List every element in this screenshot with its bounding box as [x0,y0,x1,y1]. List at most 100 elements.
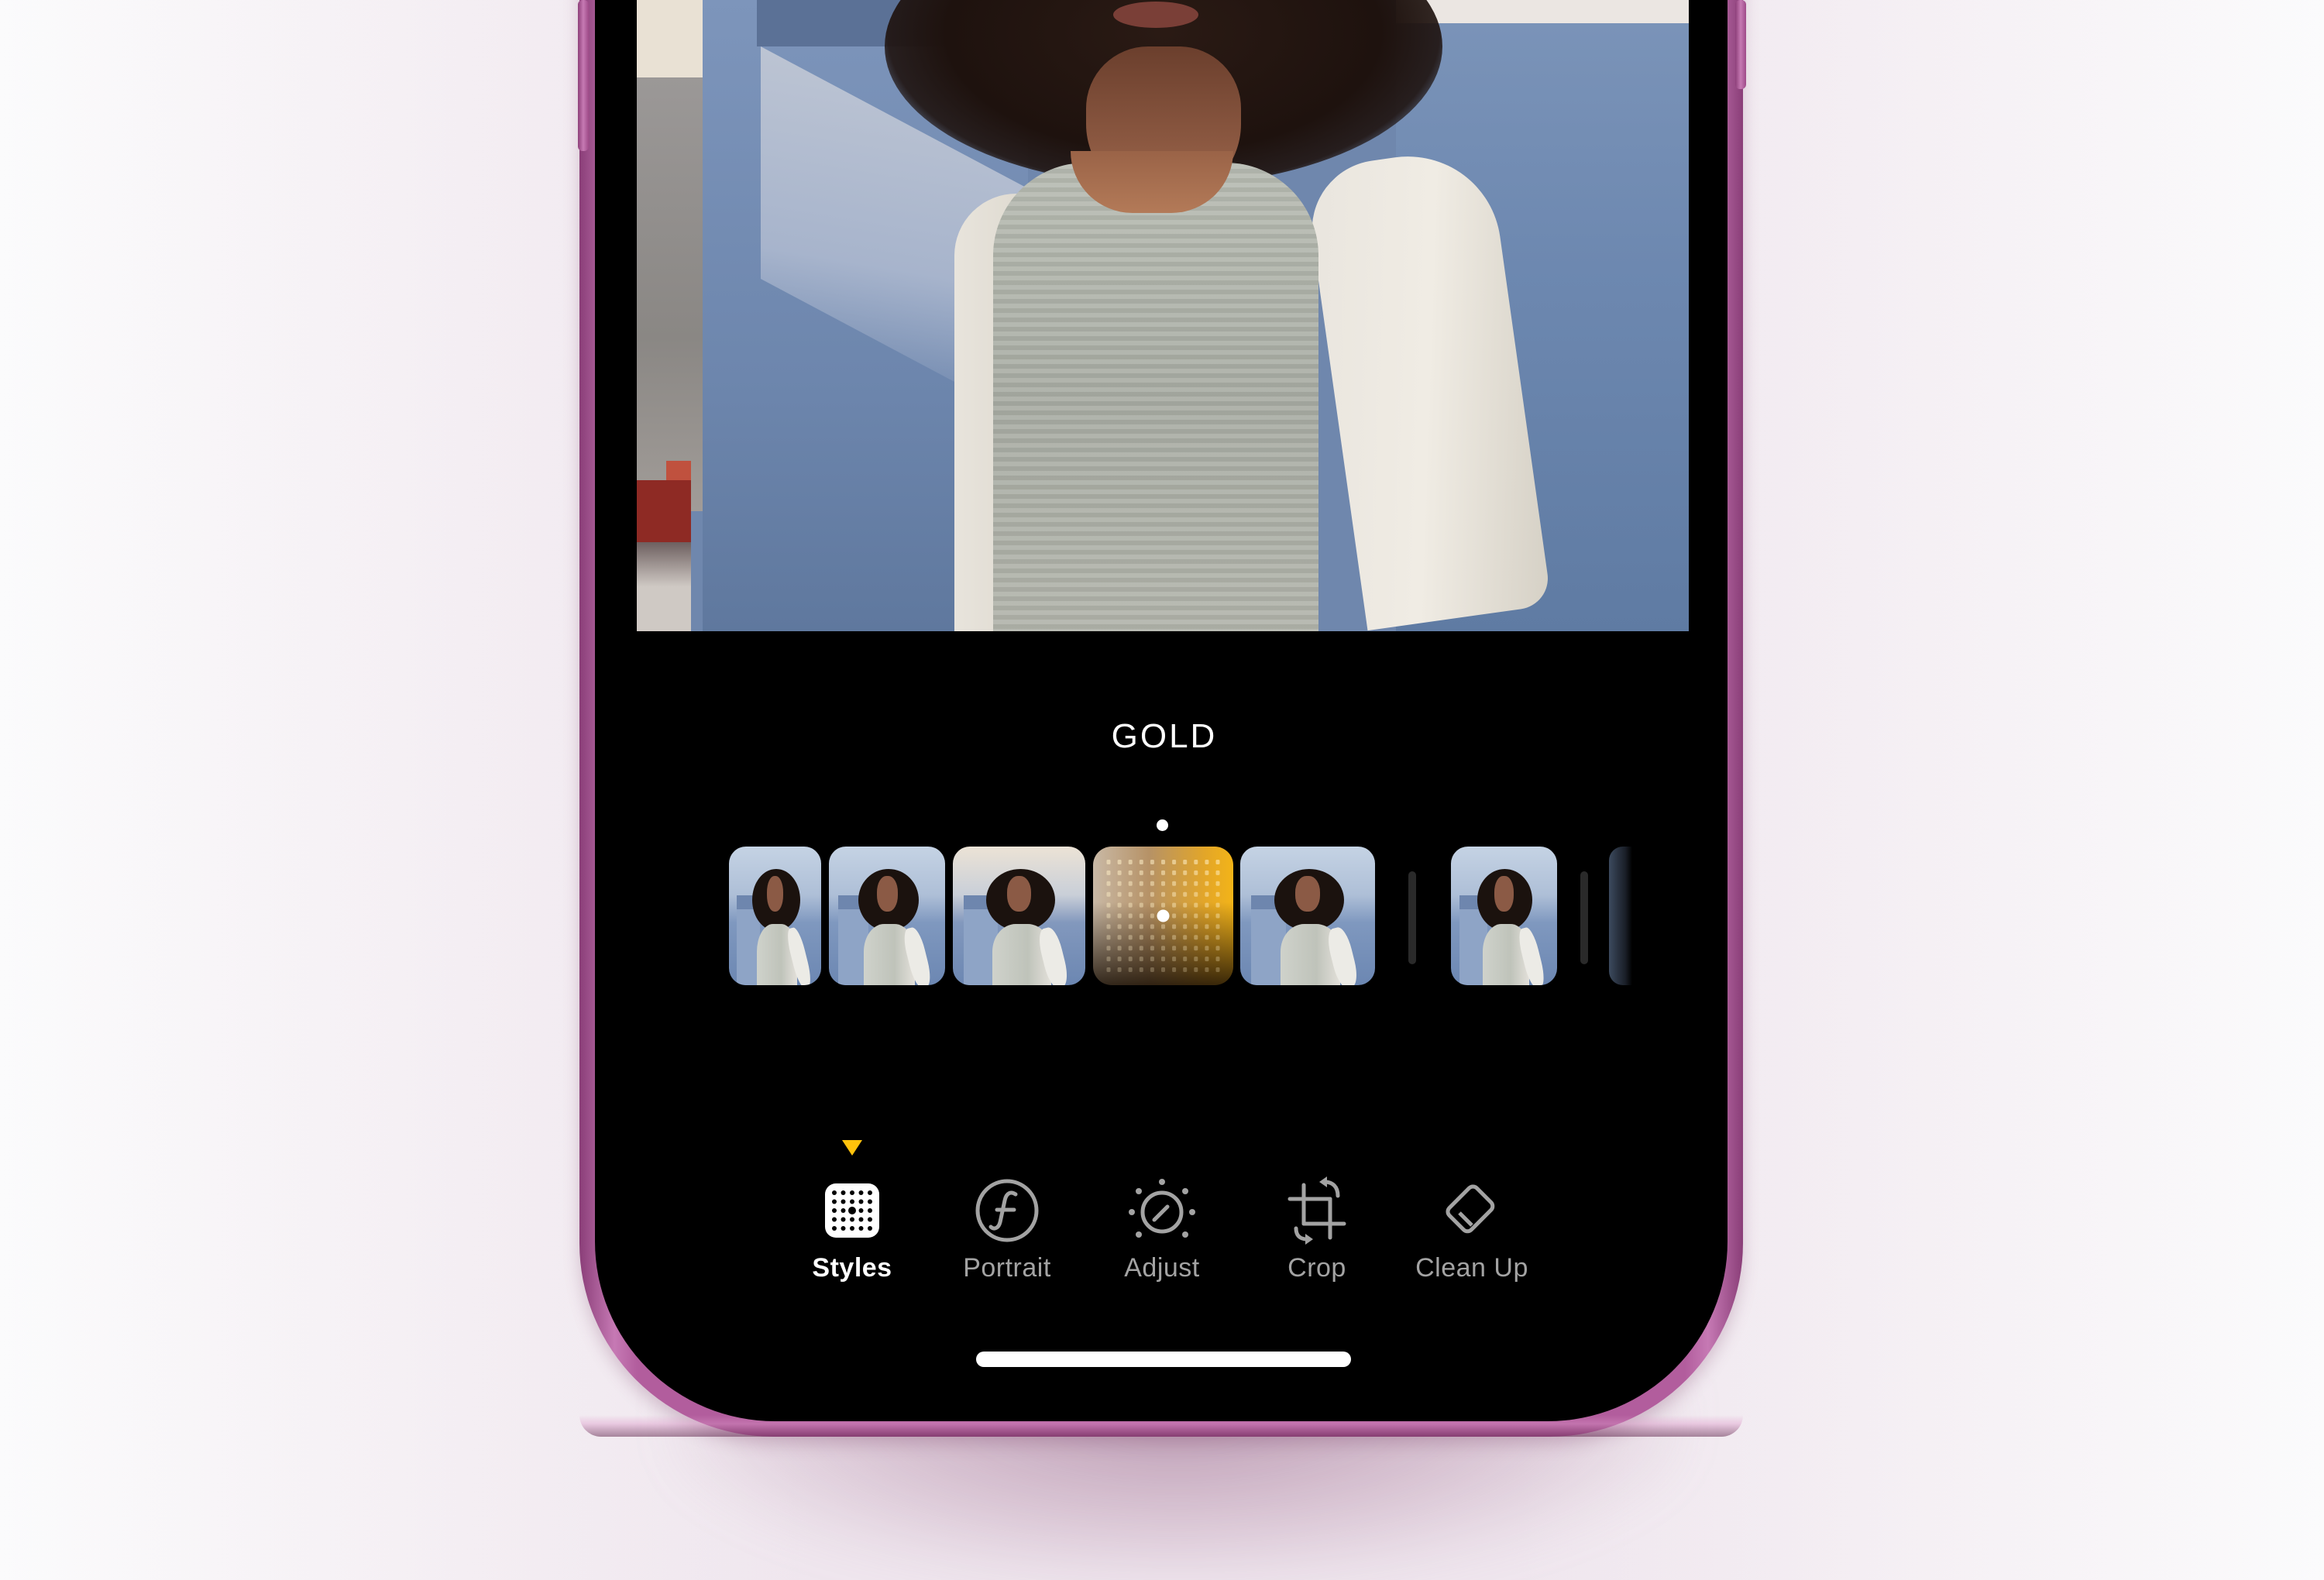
styles-icon-dot [868,1226,872,1231]
photo-deck [637,542,691,631]
style-thumbnail[interactable] [729,847,821,985]
thumb-face [766,875,784,912]
tone-pad-dot [1106,860,1111,864]
tone-pad-dot [1117,967,1122,972]
tone-pad-dot [1117,924,1122,929]
photo-sky [1396,0,1689,23]
right-side-button [1735,0,1746,89]
tone-pad-dot [1106,870,1111,875]
tool-clean-up[interactable]: Clean Up [1402,1162,1542,1293]
styles-icon-dot [868,1208,872,1213]
photo-sky [637,0,705,77]
tone-pad-dot [1117,891,1122,897]
tone-pad-dot [1117,870,1122,875]
tone-pad-dot [1183,946,1188,951]
styles-icon-dot [848,1207,856,1214]
tone-pad-dot [1215,891,1220,897]
tone-pad-dot [1215,860,1220,864]
style-thumbnail[interactable] [829,847,945,985]
photo-railing [637,480,691,542]
tone-pad-dot [1161,967,1165,972]
styles-icon-dot [832,1226,837,1231]
tone-pad-dot [1139,967,1143,972]
thumb-face [876,875,898,912]
tone-pad-dot [1139,860,1143,864]
style-thumbnail[interactable] [1240,847,1375,985]
tone-pad-handle[interactable] [1157,909,1170,922]
tone-pad-dot [1205,860,1209,864]
tool-crop[interactable]: Crop [1247,1162,1387,1293]
tone-pad-dot [1150,860,1154,864]
tone-pad-dot [1194,902,1198,908]
tone-pad-dot [1117,913,1122,919]
thumb-face [1295,875,1320,912]
home-indicator[interactable] [976,1352,1351,1367]
styles-icon-dot [841,1217,846,1222]
tone-pad-dot [1150,924,1154,929]
tone-pad-dot [1205,913,1209,919]
tone-pad-dot [1172,967,1177,972]
active-tool-caret-icon [842,1140,862,1156]
tone-pad-dot [1139,870,1143,875]
tone-pad-dot [1161,924,1165,929]
tone-pad-dot [1205,870,1209,875]
style-thumbnail[interactable] [953,847,1085,985]
tone-pad-dot [1106,957,1111,962]
tone-pad-dot [1128,946,1133,951]
tool-label: Portrait [963,1253,1051,1283]
tone-pad-dot [1194,891,1198,897]
tone-pad-dot [1106,902,1111,908]
tone-pad-dot [1161,860,1165,864]
photo-preview[interactable] [637,0,1689,631]
tone-pad-dot [1215,924,1220,929]
tone-pad-dot [1128,860,1133,864]
tone-pad-dot [1172,902,1177,908]
tone-pad-dot [1117,902,1122,908]
tool-label: Styles [812,1253,892,1283]
tone-pad-dot [1139,935,1143,940]
tone-pad-grid [1106,860,1220,972]
thumb-face [1494,875,1514,912]
tone-pad-dot [1172,957,1177,962]
tool-label: Adjust [1124,1253,1200,1283]
tone-pad-dot [1215,881,1220,886]
tone-pad-dot [1161,870,1165,875]
styles-icon-dot [841,1199,846,1204]
styles-icon-dot [868,1199,872,1204]
tone-pad-dot [1106,891,1111,897]
tone-pad-dot [1150,891,1154,897]
style-name-badge: GOLD [1093,706,1236,767]
tool-styles[interactable]: Styles [782,1162,922,1293]
strip-divider [1408,871,1416,964]
style-thumbnail-partial[interactable] [1609,847,1632,985]
tone-pad-dot [1161,935,1165,940]
tool-adjust[interactable]: Adjust [1092,1162,1232,1293]
tone-pad-dot [1150,946,1154,951]
styles-icon-dot [841,1190,846,1195]
tone-pad-dot [1150,967,1154,972]
tone-pad-dot [1117,935,1122,940]
tone-pad-dot [1106,935,1111,940]
tone-pad-dot [1117,881,1122,886]
style-tone-pad[interactable] [1093,847,1233,985]
tone-pad-dot [1117,957,1122,962]
tone-pad-dot [1215,902,1220,908]
tone-pad-dot [1150,957,1154,962]
photo-sea [637,77,705,511]
tone-pad-dot [1128,902,1133,908]
selected-style-indicator-dot [1157,819,1168,831]
tone-pad-dot [1172,924,1177,929]
tone-pad-dot [1139,902,1143,908]
thumb-face [1007,875,1031,912]
tone-pad-dot [1183,870,1188,875]
styles-icon-dot [858,1190,864,1195]
styles-icon-dot [868,1190,872,1195]
tone-pad-dot [1161,902,1165,908]
tone-pad-dot [1215,870,1220,875]
tone-pad-dot [1106,924,1111,929]
tool-portrait[interactable]: Portrait [937,1162,1077,1293]
style-thumbnail[interactable] [1451,847,1557,985]
left-side-button [578,0,589,151]
tone-pad-dot [1139,957,1143,962]
tone-pad-dot [1172,860,1177,864]
